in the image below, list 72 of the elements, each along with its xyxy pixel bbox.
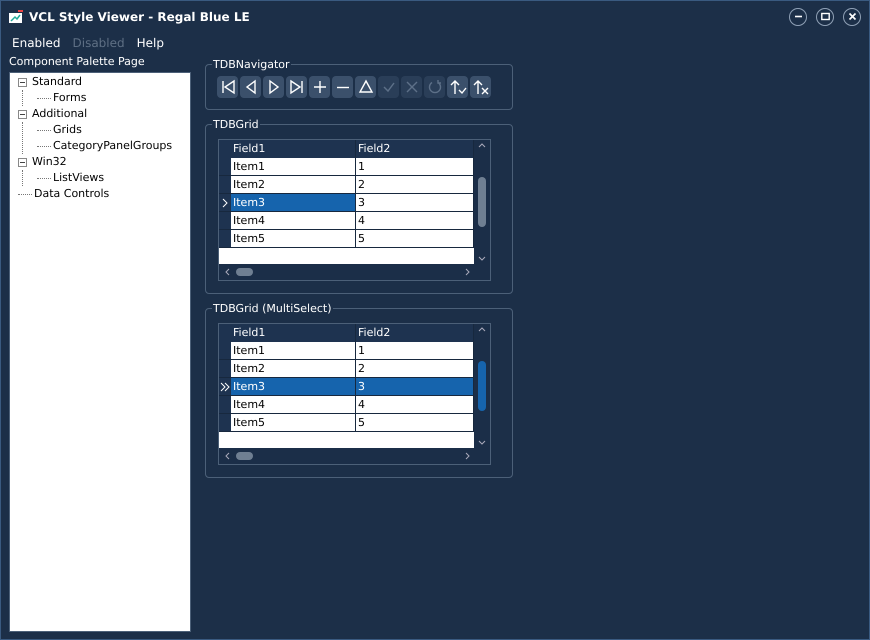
data-grid[interactable]: Field1 Field2 Item1 1 Item2 2 Item3 3 Item4 4 Item5 5 [218, 139, 491, 281]
scroll-up-icon[interactable] [478, 143, 486, 148]
data-grid[interactable]: Field1 Field2 Item1 1 Item2 2 Item3 3 Item4 4 Item5 5 [218, 323, 491, 465]
maximize-icon [820, 12, 830, 21]
tree-item[interactable]: Forms [52, 90, 88, 106]
collapse-toggle[interactable] [18, 78, 27, 86]
table-cell[interactable]: 1 [356, 158, 474, 175]
table-cell[interactable]: Item3 [231, 378, 356, 395]
scrollbar-thumb[interactable] [478, 361, 486, 411]
table-cell[interactable]: Item4 [231, 212, 356, 229]
tree-item[interactable]: Grids [52, 122, 83, 138]
scrollbar-thumb[interactable] [478, 177, 486, 227]
table-cell[interactable]: 3 [356, 378, 474, 395]
table-cell[interactable]: Item3 [231, 194, 356, 211]
table-cell[interactable]: 2 [356, 360, 474, 377]
scroll-left-icon[interactable] [225, 268, 230, 276]
row-indicator[interactable] [219, 378, 231, 395]
collapse-toggle[interactable] [18, 158, 27, 166]
table-cell[interactable]: Item1 [231, 342, 356, 359]
minimize-button[interactable] [789, 8, 807, 26]
panel-title: Component Palette Page [9, 54, 146, 70]
group-title: TDBNavigator [212, 57, 291, 73]
navigator-button[interactable] [263, 76, 284, 98]
window-title: VCL Style Viewer - Regal Blue LE [29, 8, 250, 26]
scroll-down-icon[interactable] [478, 440, 486, 445]
navigator-button[interactable] [447, 76, 468, 98]
navigator-button[interactable] [332, 76, 353, 98]
table-cell[interactable]: 1 [356, 342, 474, 359]
scroll-up-icon[interactable] [478, 327, 486, 332]
tree-view[interactable]: Standard Forms Additional Grids CategoryPanelGroups Win32 ListViews Data Controls [9, 72, 191, 632]
table-cell[interactable]: Item2 [231, 176, 356, 193]
close-icon [848, 12, 856, 21]
table-cell[interactable]: 4 [356, 212, 474, 229]
tree-item[interactable]: Standard [31, 74, 84, 90]
table-cell[interactable]: 4 [356, 396, 474, 413]
menu-item[interactable]: Help [130, 34, 170, 52]
collapse-toggle[interactable] [18, 110, 27, 118]
scroll-down-icon[interactable] [478, 256, 486, 261]
navigator-button[interactable] [286, 76, 307, 98]
row-indicator[interactable] [219, 194, 231, 211]
scrollbar-thumb[interactable] [236, 268, 253, 276]
tree-item[interactable]: CategoryPanelGroups [52, 138, 174, 154]
navigator-button[interactable] [309, 76, 330, 98]
table-cell[interactable]: 3 [356, 194, 474, 211]
app-icon [8, 10, 24, 24]
navigator-button[interactable] [355, 76, 376, 98]
tree-item[interactable]: ListViews [52, 170, 106, 186]
table-cell[interactable]: Item5 [231, 230, 356, 247]
tree-item[interactable]: Additional [31, 106, 88, 122]
tree-item[interactable]: Win32 [31, 154, 68, 170]
scroll-right-icon[interactable] [465, 268, 470, 276]
last-icon [288, 78, 306, 96]
table-cell[interactable]: Item5 [231, 414, 356, 431]
scrollbar-thumb[interactable] [236, 452, 253, 460]
table-cell[interactable]: 5 [356, 414, 474, 431]
close-button[interactable] [843, 8, 861, 26]
cancelupdates-icon [472, 78, 490, 96]
delete-icon [336, 86, 350, 88]
scroll-left-icon[interactable] [225, 452, 230, 460]
tree-item[interactable]: Data Controls [33, 186, 110, 202]
table-cell[interactable]: Item4 [231, 396, 356, 413]
table-cell[interactable]: Item2 [231, 360, 356, 377]
navigator-button[interactable] [470, 76, 491, 98]
menu-item[interactable]: Enabled [6, 34, 66, 52]
maximize-button[interactable] [816, 8, 834, 26]
table-cell[interactable]: 5 [356, 230, 474, 247]
navigator-button[interactable] [240, 76, 261, 98]
table-cell[interactable]: Item1 [231, 158, 356, 175]
table-cell[interactable]: 2 [356, 176, 474, 193]
navigator-button[interactable] [217, 76, 238, 98]
applyupdates-icon [448, 78, 466, 96]
scroll-right-icon[interactable] [465, 452, 470, 460]
